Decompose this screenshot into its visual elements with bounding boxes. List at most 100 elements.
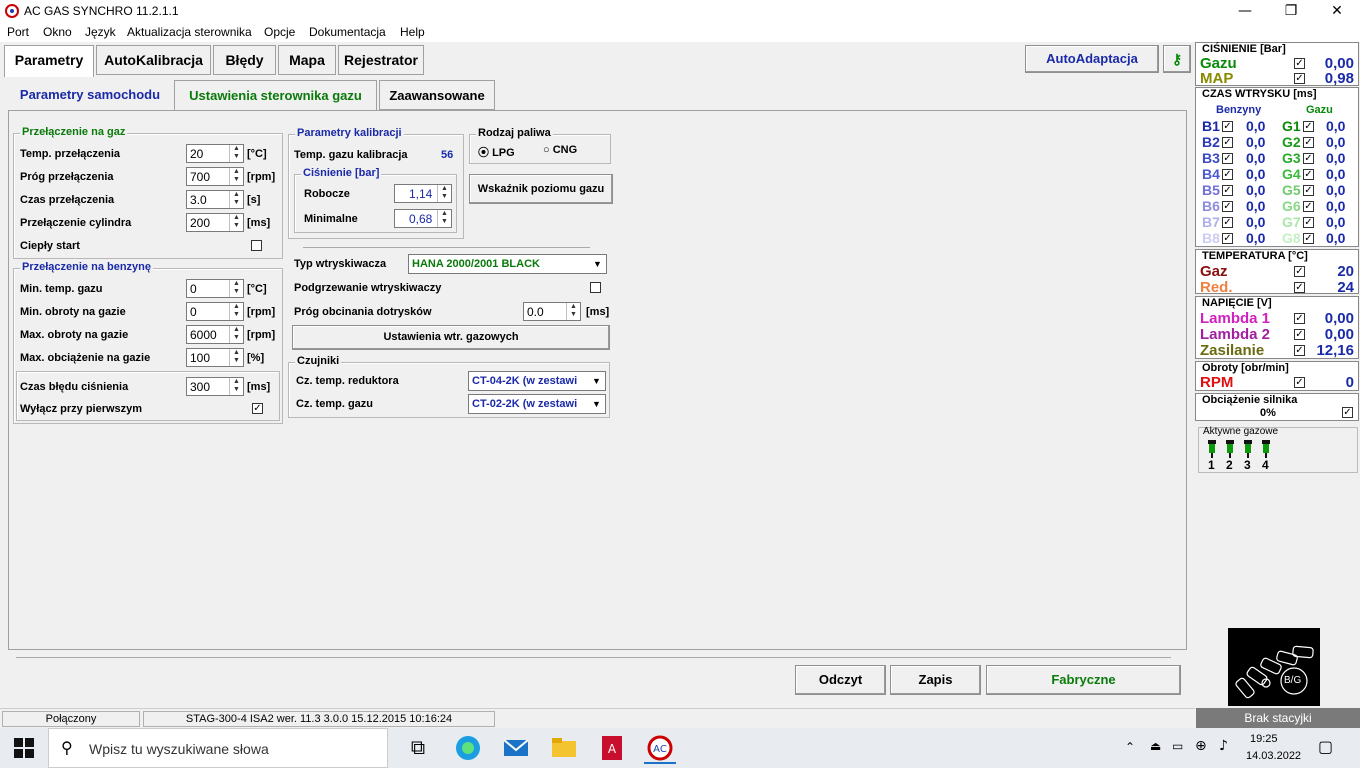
odczyt-button[interactable]: Odczyt xyxy=(795,665,886,695)
tray-battery-icon[interactable]: ▭ xyxy=(1172,739,1183,753)
rpm-checkbox[interactable]: ✓ xyxy=(1294,377,1305,388)
tab-rejestrator[interactable]: Rejestrator xyxy=(338,45,424,75)
przelaczenie-cylindra-spinner[interactable]: 200 ▲ ▼ xyxy=(186,213,244,232)
key-icon[interactable]: ⚷ xyxy=(1163,45,1191,73)
tab-bledy[interactable]: Błędy xyxy=(213,45,276,75)
wskaznik-button[interactable]: Wskaźnik poziomu gazu xyxy=(469,174,613,204)
minimalne-spinner[interactable]: 0,68 ▲ ▼ xyxy=(394,209,452,228)
wylacz-label: Wyłącz przy pierwszym xyxy=(20,403,143,415)
injector-b-checkbox[interactable]: ✓ xyxy=(1222,169,1233,180)
windows-start-icon[interactable] xyxy=(14,738,34,758)
tab-parametry-samochodu[interactable]: Parametry samochodu xyxy=(8,80,172,110)
robocze-spinner[interactable]: 1,14 ▲ ▼ xyxy=(394,184,452,203)
aktywne-title: Aktywne gazowe xyxy=(1203,426,1279,437)
injector-g-checkbox[interactable]: ✓ xyxy=(1303,201,1314,212)
lambda1-label: Lambda 1 xyxy=(1200,310,1271,327)
tab-autokalibracja[interactable]: AutoKalibracja xyxy=(96,45,211,75)
obciazenie-checkbox[interactable]: ✓ xyxy=(1342,407,1353,418)
podgrzewanie-checkbox[interactable] xyxy=(590,282,601,293)
injector-g-checkbox[interactable]: ✓ xyxy=(1303,121,1314,132)
radio-cng[interactable]: ○ CNG xyxy=(543,144,577,156)
map-checkbox[interactable]: ✓ xyxy=(1294,73,1305,84)
wylacz-checkbox[interactable]: ✓ xyxy=(252,403,263,414)
czas-bledu-spinner[interactable]: 300 ▲ ▼ xyxy=(186,377,244,396)
injector-b-checkbox[interactable]: ✓ xyxy=(1222,201,1233,212)
menu-port[interactable]: Port xyxy=(7,25,29,39)
menu-okno[interactable]: Okno xyxy=(43,25,72,39)
reduktor-select[interactable]: CT-04-2K (w zestawi ▼ xyxy=(468,371,606,391)
max-obroty-spinner[interactable]: 6000 ▲ ▼ xyxy=(186,325,244,344)
injector-b-checkbox[interactable]: ✓ xyxy=(1222,217,1233,228)
lambda2-checkbox[interactable]: ✓ xyxy=(1294,329,1305,340)
edge-browser-icon[interactable] xyxy=(452,732,484,764)
tray-chevron-up-icon[interactable]: ⌃ xyxy=(1125,740,1135,754)
gaz-sensor-select[interactable]: CT-02-2K (w zestawi ▼ xyxy=(468,394,606,414)
taskbar-search[interactable]: ⚲ Wpisz tu wyszukiwane słowa xyxy=(48,728,388,768)
injector-b-checkbox[interactable]: ✓ xyxy=(1222,233,1233,244)
mail-icon[interactable] xyxy=(500,732,532,764)
injector-g-label: G8 xyxy=(1282,230,1301,246)
temp-red-checkbox[interactable]: ✓ xyxy=(1294,282,1305,293)
tray-usb-icon[interactable]: ⏏ xyxy=(1150,739,1161,753)
tray-volume-icon[interactable]: ♪ xyxy=(1219,738,1228,754)
injector-b-value: 0,0 xyxy=(1246,150,1266,166)
notification-icon[interactable]: ▢ xyxy=(1318,737,1333,756)
czas-title: CZAS WTRYSKU [ms] xyxy=(1202,88,1317,100)
injector-g-checkbox[interactable]: ✓ xyxy=(1303,137,1314,148)
injector-g-checkbox[interactable]: ✓ xyxy=(1303,153,1314,164)
menu-aktualizacja[interactable]: Aktualizacja sterownika xyxy=(127,25,252,39)
radio-lpg[interactable]: ⦿ LPG xyxy=(478,144,515,160)
zasilanie-checkbox[interactable]: ✓ xyxy=(1294,345,1305,356)
tab-ustawienia-sterownika[interactable]: Ustawienia sterownika gazu xyxy=(174,80,377,110)
file-explorer-icon[interactable] xyxy=(548,732,580,764)
lambda2-label: Lambda 2 xyxy=(1200,326,1271,343)
ustawienia-wtr-button[interactable]: Ustawienia wtr. gazowych xyxy=(292,325,610,350)
zapis-button[interactable]: Zapis xyxy=(890,665,981,695)
tab-mapa[interactable]: Mapa xyxy=(278,45,336,75)
menu-dokumentacja[interactable]: Dokumentacja xyxy=(309,25,386,39)
panel-aktywne-gazowe: Aktywne gazowe 1234 xyxy=(1198,426,1358,473)
tray-network-icon[interactable]: ⊕ xyxy=(1195,738,1207,754)
injector-g-checkbox[interactable]: ✓ xyxy=(1303,217,1314,228)
menu-help[interactable]: Help xyxy=(400,25,425,39)
lambda1-checkbox[interactable]: ✓ xyxy=(1294,313,1305,324)
injector-g-value: 0,0 xyxy=(1326,214,1346,230)
injector-g-checkbox[interactable]: ✓ xyxy=(1303,169,1314,180)
max-obciazenie-spinner[interactable]: 100 ▲ ▼ xyxy=(186,348,244,367)
prog-obcinania-spinner[interactable]: 0.0 ▲ ▼ xyxy=(523,302,581,321)
tab-parametry[interactable]: Parametry xyxy=(4,45,94,77)
injector-g-checkbox[interactable]: ✓ xyxy=(1303,233,1314,244)
tray-date[interactable]: 14.03.2022 xyxy=(1246,750,1301,762)
injector-b-checkbox[interactable]: ✓ xyxy=(1222,121,1233,132)
tab-zaawansowane[interactable]: Zaawansowane xyxy=(379,80,495,110)
temp-gaz-checkbox[interactable]: ✓ xyxy=(1294,266,1305,277)
fabryczne-button[interactable]: Fabryczne xyxy=(986,665,1181,695)
min-temp-gazu-spinner[interactable]: 0 ▲ ▼ xyxy=(186,279,244,298)
gazu-checkbox[interactable]: ✓ xyxy=(1294,58,1305,69)
pdf-reader-icon[interactable]: A xyxy=(596,732,628,764)
maximize-button[interactable]: ❐ xyxy=(1268,0,1314,22)
min-obroty-spinner[interactable]: 0 ▲ ▼ xyxy=(186,302,244,321)
task-view-icon[interactable]: ⧉ xyxy=(402,732,434,764)
autoadaptacja-button[interactable]: AutoAdaptacja xyxy=(1025,45,1159,73)
menu-jezyk[interactable]: Język xyxy=(85,25,116,39)
injector-b-checkbox[interactable]: ✓ xyxy=(1222,137,1233,148)
close-button[interactable]: ✕ xyxy=(1314,0,1360,22)
prog-przelaczenia-spinner[interactable]: 700 ▲ ▼ xyxy=(186,167,244,186)
gas-switch-display[interactable]: B/G xyxy=(1228,628,1320,706)
gas-injector-number: 2 xyxy=(1226,458,1233,472)
ac-gas-app-icon[interactable]: AC xyxy=(644,732,676,764)
tray-time[interactable]: 19:25 xyxy=(1250,733,1278,745)
injector-g-checkbox[interactable]: ✓ xyxy=(1303,185,1314,196)
typ-wtryskiwacza-select[interactable]: HANA 2000/2001 BLACK ▼ xyxy=(408,254,607,274)
max-obciazenie-label: Max. obciążenie na gazie xyxy=(20,352,151,364)
czas-przelaczenia-spinner[interactable]: 3.0 ▲ ▼ xyxy=(186,190,244,209)
unit-label: [rpm] xyxy=(247,329,276,341)
injector-b-checkbox[interactable]: ✓ xyxy=(1222,153,1233,164)
podgrzewanie-label: Podgrzewanie wtryskiwaczy xyxy=(294,282,442,294)
temp-przelaczenia-spinner[interactable]: 20 ▲ ▼ xyxy=(186,144,244,163)
injector-b-checkbox[interactable]: ✓ xyxy=(1222,185,1233,196)
menu-opcje[interactable]: Opcje xyxy=(264,25,295,39)
minimize-button[interactable]: — xyxy=(1222,0,1268,22)
cieply-start-checkbox[interactable] xyxy=(251,240,262,251)
